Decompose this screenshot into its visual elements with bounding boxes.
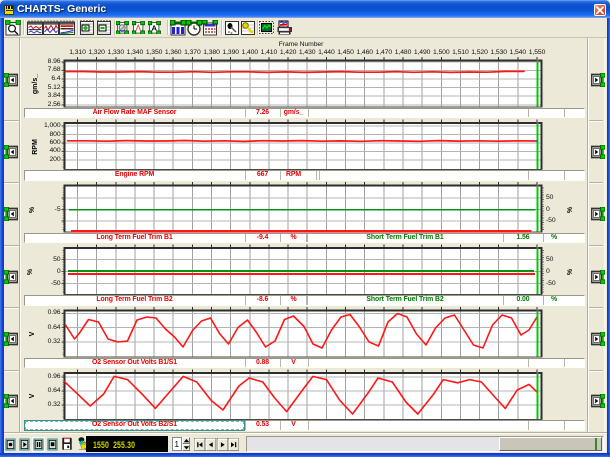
svg-text:A: A bbox=[152, 23, 158, 32]
